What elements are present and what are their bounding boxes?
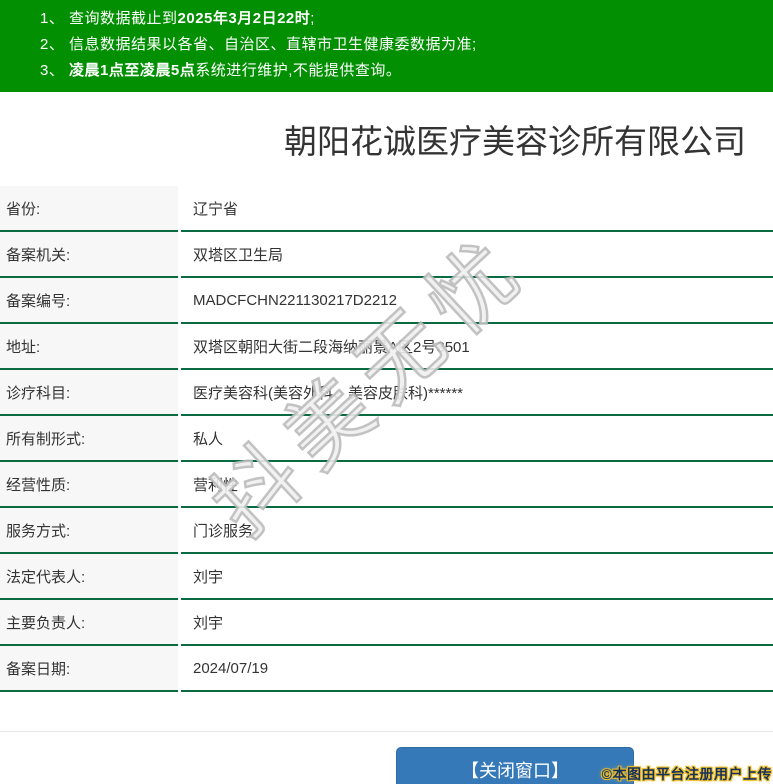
table-row: 备案日期: 2024/07/19 <box>0 646 773 692</box>
upload-credit-watermark: ©本图由平台注册用户上传 <box>601 766 772 782</box>
notice-line-1-suffix: ; <box>310 10 315 27</box>
row-label: 备案机关: <box>0 232 178 278</box>
row-label: 地址: <box>0 324 178 370</box>
notice-line-1: 1、 查询数据截止到2025年3月2日22时; <box>40 6 773 32</box>
row-label: 诊疗科目: <box>0 370 178 416</box>
table-row: 地址: 双塔区朝阳大街二段海纳丽景A区2号3501 <box>0 324 773 370</box>
row-value: 刘宇 <box>181 554 773 600</box>
footer-divider <box>0 731 773 732</box>
row-value: 私人 <box>181 416 773 462</box>
table-row: 所有制形式: 私人 <box>0 416 773 462</box>
notice-line-1-text: 1、 查询数据截止到 <box>40 10 178 27</box>
notice-line-3: 3、 凌晨1点至凌晨5点系统进行维护,不能提供查询。 <box>40 58 773 84</box>
row-value: MADCFCHN221130217D2212 <box>181 278 773 324</box>
row-value: 双塔区朝阳大街二段海纳丽景A区2号3501 <box>181 324 773 370</box>
table-row: 法定代表人: 刘宇 <box>0 554 773 600</box>
row-value: 双塔区卫生局 <box>181 232 773 278</box>
table-row: 经营性质: 营利性 <box>0 462 773 508</box>
row-label: 主要负责人: <box>0 600 178 646</box>
row-label: 省份: <box>0 186 178 232</box>
table-row: 备案编号: MADCFCHN221130217D2212 <box>0 278 773 324</box>
notice-banner: 1、 查询数据截止到2025年3月2日22时; 2、 信息数据结果以各省、自治区… <box>0 0 773 92</box>
table-row: 服务方式: 门诊服务 <box>0 508 773 554</box>
row-value: 门诊服务 <box>181 508 773 554</box>
notice-line-1-bold: 2025年3月2日22时 <box>177 10 311 27</box>
close-window-button[interactable]: 【关闭窗口】 <box>396 747 634 784</box>
row-value: 营利性 <box>181 462 773 508</box>
notice-line-3-suffix: 系统进行维护,不能提供查询。 <box>195 62 402 79</box>
table-row: 主要负责人: 刘宇 <box>0 600 773 646</box>
row-value: 医疗美容科(美容外科、美容皮肤科)****** <box>181 370 773 416</box>
row-value: 刘宇 <box>181 600 773 646</box>
record-page: 1、 查询数据截止到2025年3月2日22时; 2、 信息数据结果以各省、自治区… <box>0 0 773 784</box>
record-table: 省份: 辽宁省 备案机关: 双塔区卫生局 备案编号: MADCFCHN22113… <box>0 186 773 692</box>
row-label: 经营性质: <box>0 462 178 508</box>
row-label: 备案编号: <box>0 278 178 324</box>
table-row: 备案机关: 双塔区卫生局 <box>0 232 773 278</box>
row-label: 备案日期: <box>0 646 178 692</box>
page-title: 朝阳花诚医疗美容诊所有限公司 <box>284 123 746 160</box>
row-label: 服务方式: <box>0 508 178 554</box>
row-label: 法定代表人: <box>0 554 178 600</box>
notice-line-3-bold: 凌晨1点至凌晨5点 <box>69 62 196 79</box>
row-label: 所有制形式: <box>0 416 178 462</box>
notice-line-3-text: 3、 <box>40 62 70 79</box>
table-row: 省份: 辽宁省 <box>0 186 773 232</box>
table-row: 诊疗科目: 医疗美容科(美容外科、美容皮肤科)****** <box>0 370 773 416</box>
notice-line-2: 2、 信息数据结果以各省、自治区、直辖市卫生健康委数据为准; <box>40 36 477 53</box>
row-value: 辽宁省 <box>181 186 773 232</box>
row-value: 2024/07/19 <box>181 646 773 692</box>
